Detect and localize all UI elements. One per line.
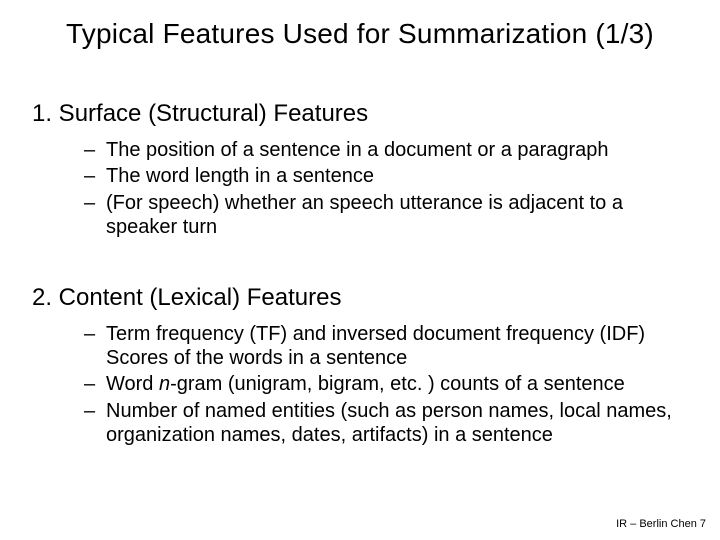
section-heading-1: 1. Surface (Structural) Features [32,100,688,128]
slide: Typical Features Used for Summarization … [0,0,720,540]
list-item: (For speech) whether an speech utterance… [84,191,688,240]
bullet-list-1: The position of a sentence in a document… [32,138,688,240]
list-item: Term frequency (TF) and inversed documen… [84,322,688,371]
bullet-list-2: Term frequency (TF) and inversed documen… [32,322,688,448]
text-run: -gram (unigram, bigram, etc. ) counts of… [170,373,625,395]
section-heading-2: 2. Content (Lexical) Features [32,284,688,312]
list-item: The word length in a sentence [84,164,688,188]
list-item: Number of named entities (such as person… [84,399,688,448]
list-item: Word n-gram (unigram, bigram, etc. ) cou… [84,372,688,396]
slide-body: 1. Surface (Structural) Features The pos… [32,100,688,450]
slide-title: Typical Features Used for Summarization … [0,18,720,50]
italic-n: n [159,373,170,395]
text-run: Word [106,373,159,395]
list-item: The position of a sentence in a document… [84,138,688,162]
slide-footer: IR – Berlin Chen 7 [616,518,706,530]
